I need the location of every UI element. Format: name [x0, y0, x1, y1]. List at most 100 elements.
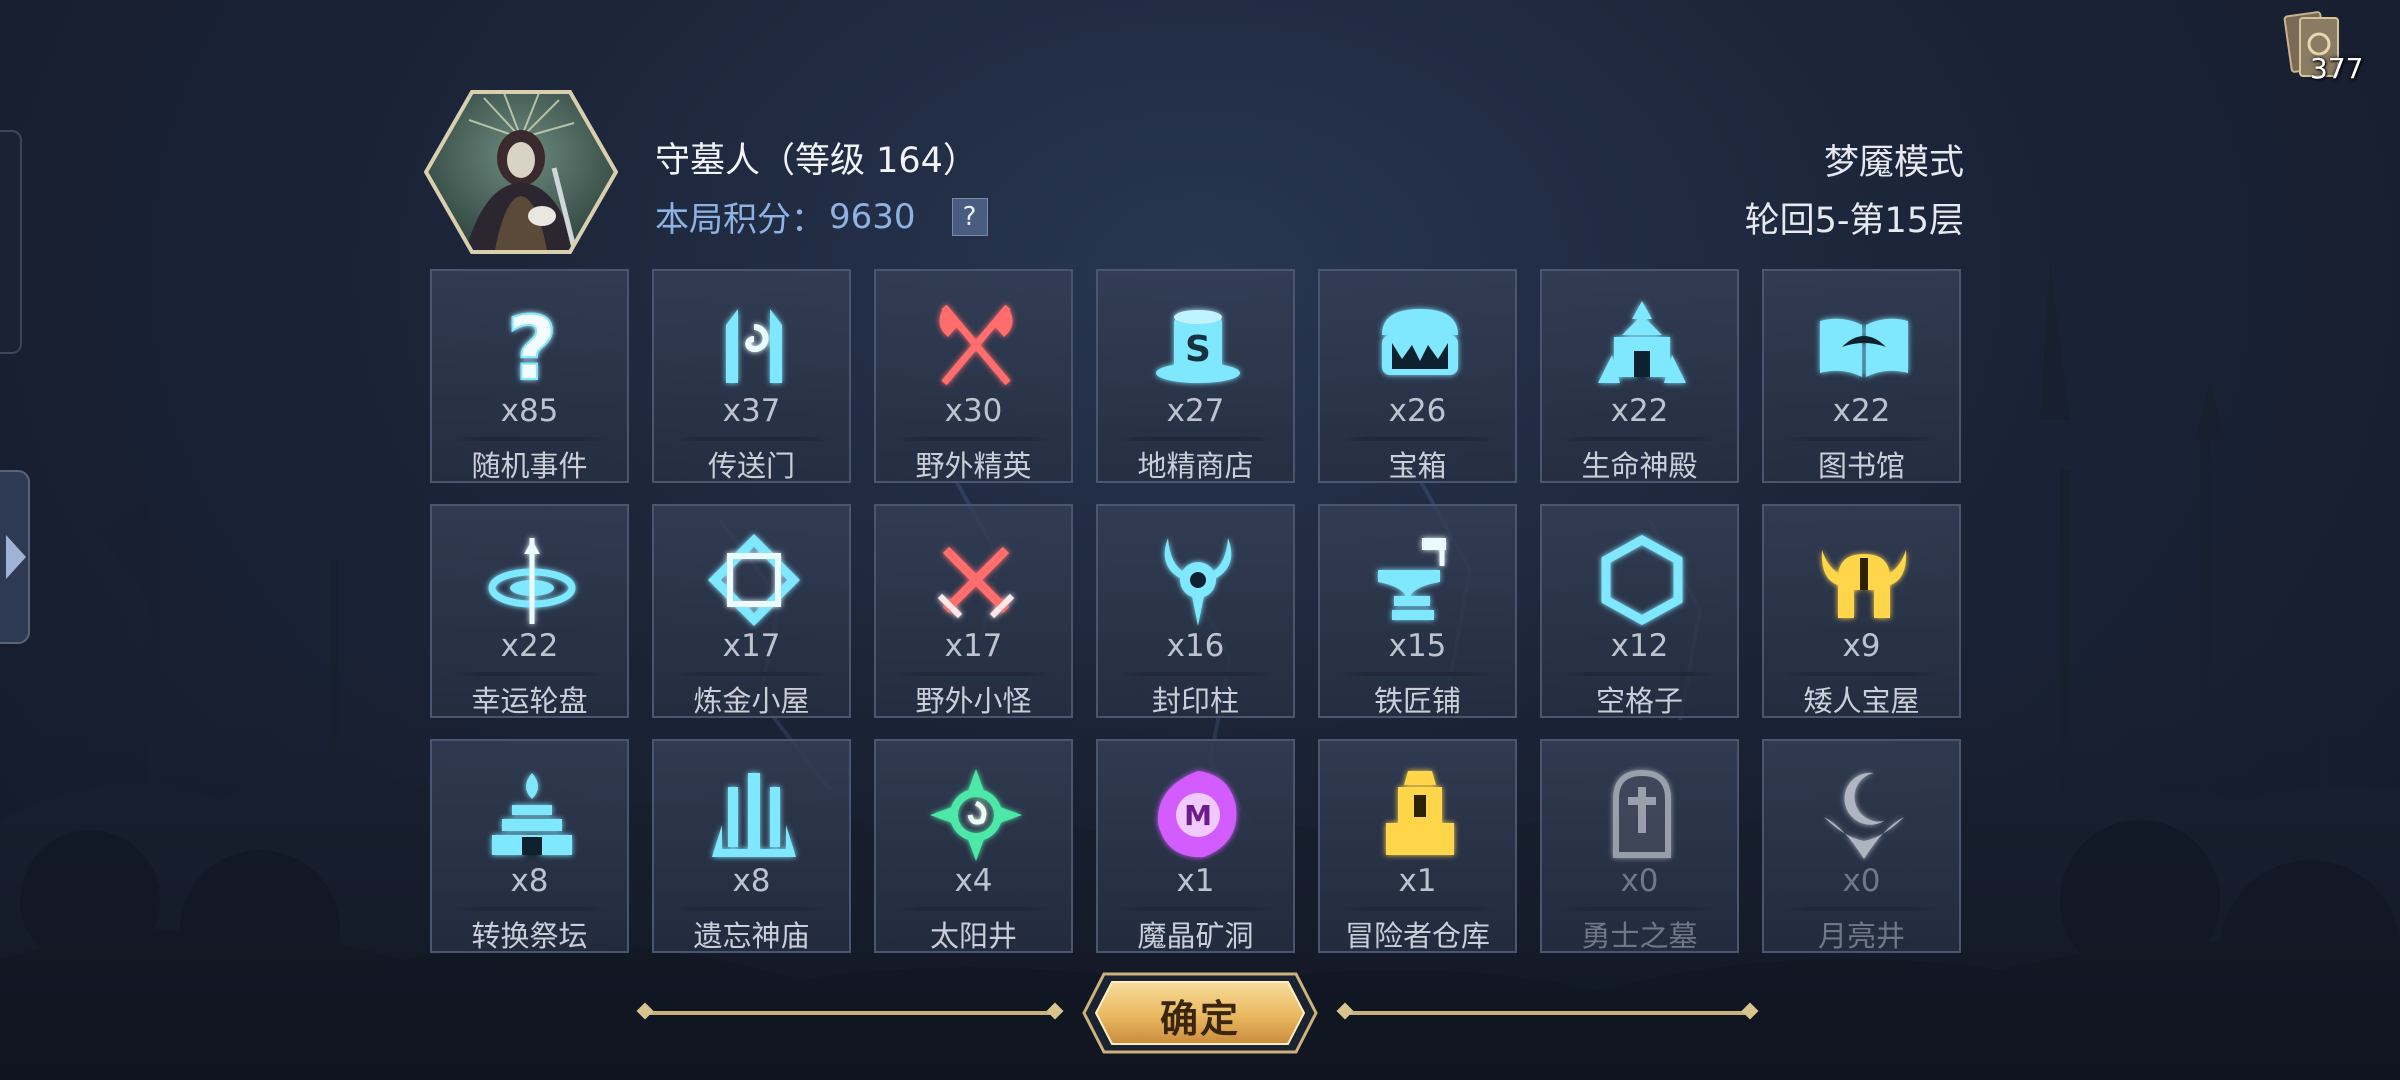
event-count: x85: [500, 393, 559, 429]
event-label: 野外小怪: [915, 684, 1032, 718]
event-label: 太阳井: [929, 919, 1017, 953]
treasure-chest-icon: [1370, 295, 1470, 395]
event-label: 转换祭坛: [471, 919, 588, 953]
tile-divider: [1562, 672, 1717, 676]
horned-pillar-icon: [1148, 530, 1248, 630]
crystal-mine-icon: M: [1148, 765, 1248, 865]
event-label: 月亮井: [1817, 919, 1905, 953]
wheel-icon: [482, 530, 582, 630]
cycle-floor-progress: 轮回5-第15层: [1744, 201, 1964, 241]
event-count: x17: [722, 628, 781, 664]
event-tile[interactable]: x15 铁匠铺: [1318, 504, 1517, 718]
event-tile[interactable]: x30 野外精英: [874, 269, 1073, 483]
hero-portrait: [423, 88, 619, 256]
event-count: x0: [1620, 863, 1659, 899]
tombstone-icon: [1592, 765, 1692, 865]
event-count: x17: [944, 628, 1003, 664]
event-label: 宝箱: [1388, 449, 1447, 483]
temple-icon: [1592, 295, 1692, 395]
event-count: x9: [1842, 628, 1881, 664]
event-tile[interactable]: x37 传送门: [652, 269, 851, 483]
tile-divider: [1118, 437, 1273, 441]
score-help-button[interactable]: ?: [951, 197, 988, 236]
portal-icon: [704, 295, 804, 395]
event-label: 传送门: [707, 449, 795, 483]
crossed-axes-icon: [926, 295, 1026, 395]
event-label: 图书馆: [1817, 449, 1905, 483]
crossed-swords-icon: [926, 530, 1026, 630]
tile-divider: [674, 672, 829, 676]
svg-text:?: ?: [506, 297, 557, 395]
event-tile[interactable]: x26 宝箱: [1318, 269, 1517, 483]
event-label: 封印柱: [1151, 684, 1239, 718]
tile-divider: [1784, 907, 1939, 911]
event-tile[interactable]: M x1 魔晶矿洞: [1096, 739, 1295, 953]
tile-divider: [1784, 672, 1939, 676]
shrine-icon: [704, 765, 804, 865]
event-label: 地精商店: [1137, 449, 1254, 483]
event-label: 幸运轮盘: [471, 684, 588, 718]
event-tile[interactable]: x12 空格子: [1540, 504, 1739, 718]
card-count: 377: [2310, 52, 2364, 85]
tile-divider: [674, 437, 829, 441]
event-count: x27: [1166, 393, 1225, 429]
question-icon: ?: [482, 295, 582, 395]
event-tile[interactable]: x22 生命神殿: [1540, 269, 1739, 483]
expand-side-panel-button[interactable]: [0, 470, 30, 644]
tile-divider: [674, 907, 829, 911]
card-deck-counter[interactable]: 377: [2280, 8, 2380, 88]
viking-helmet-icon: [1814, 530, 1914, 630]
event-count: x8: [732, 863, 771, 899]
tile-divider: [1340, 907, 1495, 911]
event-tile[interactable]: S x27 地精商店: [1096, 269, 1295, 483]
event-tile[interactable]: x8 转换祭坛: [430, 739, 629, 953]
tile-divider: [1340, 437, 1495, 441]
event-count: x1: [1176, 863, 1215, 899]
event-label: 矮人宝屋: [1803, 684, 1920, 718]
divider-right: [1345, 1011, 1750, 1015]
event-tile[interactable]: x16 封印柱: [1096, 504, 1295, 718]
event-label: 遗忘神庙: [693, 919, 810, 953]
tile-divider: [896, 672, 1051, 676]
event-tile[interactable]: x0 勇士之墓: [1540, 739, 1739, 953]
event-label: 空格子: [1595, 684, 1683, 718]
tile-divider: [452, 437, 607, 441]
tile-divider: [452, 907, 607, 911]
side-panel-tab[interactable]: [0, 130, 22, 354]
event-label: 随机事件: [471, 449, 588, 483]
event-count: x22: [500, 628, 559, 664]
event-tile[interactable]: x22 图书馆: [1762, 269, 1961, 483]
event-tile[interactable]: x1 冒险者仓库: [1318, 739, 1517, 953]
score-label: 本局积分：: [655, 200, 825, 240]
score-row: 本局积分： 9630 ?: [655, 192, 988, 241]
event-tile[interactable]: x4 太阳井: [874, 739, 1073, 953]
event-count-grid: ? x85 随机事件 x37 传送门 x30 野外精英 S x27 地精商店 x…: [430, 269, 1965, 955]
difficulty-mode: 梦魇模式: [1823, 143, 1964, 183]
event-count: x37: [722, 393, 781, 429]
moon-well-icon: [1814, 765, 1914, 865]
event-label: 铁匠铺: [1373, 684, 1461, 718]
event-label: 魔晶矿洞: [1137, 919, 1254, 953]
altar-icon: [482, 765, 582, 865]
event-count: x4: [954, 863, 993, 899]
divider-left: [645, 1011, 1055, 1015]
event-count: x26: [1388, 393, 1447, 429]
event-tile[interactable]: ? x85 随机事件: [430, 269, 629, 483]
event-tile[interactable]: x8 遗忘神庙: [652, 739, 851, 953]
tile-divider: [1784, 437, 1939, 441]
event-tile[interactable]: x9 矮人宝屋: [1762, 504, 1961, 718]
confirm-button[interactable]: 确定: [1080, 970, 1320, 1056]
event-tile[interactable]: x0 月亮井: [1762, 739, 1961, 953]
event-tile[interactable]: x17 炼金小屋: [652, 504, 851, 718]
score-value: 9630: [829, 196, 916, 237]
event-tile[interactable]: x17 野外小怪: [874, 504, 1073, 718]
open-book-icon: [1814, 295, 1914, 395]
svg-text:S: S: [1185, 329, 1211, 370]
event-tile[interactable]: x22 幸运轮盘: [430, 504, 629, 718]
event-count: x30: [944, 393, 1003, 429]
event-label: 野外精英: [915, 449, 1032, 483]
event-count: x16: [1166, 628, 1225, 664]
event-count: x22: [1610, 393, 1669, 429]
svg-text:M: M: [1184, 799, 1212, 832]
tile-divider: [1118, 672, 1273, 676]
